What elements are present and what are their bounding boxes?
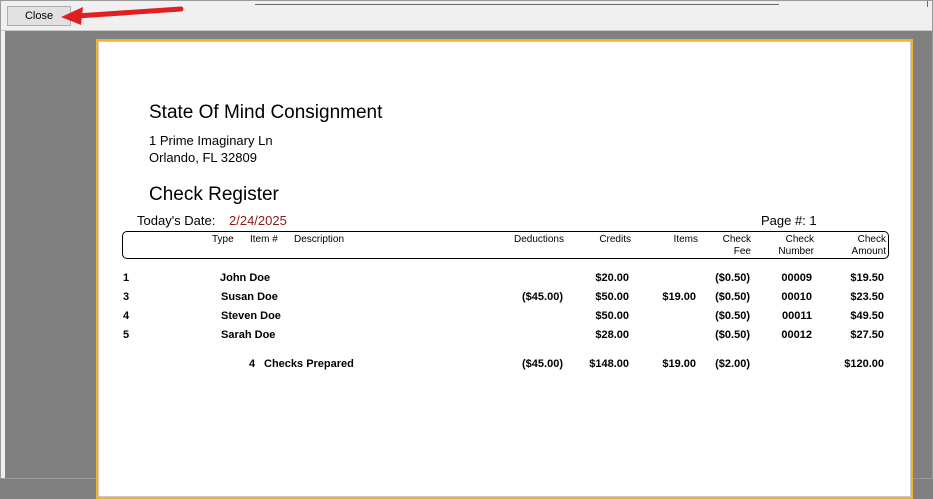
totals-amount: $120.00 xyxy=(844,358,884,370)
col-description: Description xyxy=(294,234,345,245)
row-2-id: 3 xyxy=(123,291,130,303)
date-label: Today's Date: xyxy=(137,213,216,228)
col-type: Type xyxy=(212,234,234,245)
row-4-number: 00012 xyxy=(781,329,812,341)
company-name: State Of Mind Consignment xyxy=(149,102,383,123)
col-credits: Credits xyxy=(599,234,631,245)
row-4-credits: $28.00 xyxy=(595,329,629,341)
row-2-number: 00010 xyxy=(781,291,812,303)
row-1-number: 00009 xyxy=(781,272,812,284)
address-line-1: 1 Prime Imaginary Ln xyxy=(149,133,273,148)
date-value: 2/24/2025 xyxy=(229,213,287,228)
row-2-credits: $50.00 xyxy=(595,291,629,303)
totals-deductions: ($45.00) xyxy=(522,358,563,370)
col-check-number-1: Check xyxy=(785,234,814,245)
col-check-fee-1: Check xyxy=(722,234,751,245)
row-4-name: Sarah Doe xyxy=(221,329,276,341)
row-1-amount: $19.50 xyxy=(850,272,884,284)
address-line-2: Orlando, FL 32809 xyxy=(149,150,257,165)
row-3-fee: ($0.50) xyxy=(715,310,750,322)
col-check-amount-1: Check xyxy=(857,234,886,245)
row-4-fee: ($0.50) xyxy=(715,329,750,341)
row-3-number: 00011 xyxy=(782,310,812,322)
report-preview-window: Close State Of Mind Consignment 1 Prime … xyxy=(0,0,933,499)
row-2-amount: $23.50 xyxy=(850,291,884,303)
report-title: Check Register xyxy=(149,184,279,205)
row-3-name: Steven Doe xyxy=(221,310,281,322)
row-3-credits: $50.00 xyxy=(595,310,629,322)
col-check-amount-2: Amount xyxy=(851,246,886,257)
report-page: State Of Mind Consignment 1 Prime Imagin… xyxy=(96,39,913,499)
row-4-amount: $27.50 xyxy=(850,329,884,341)
totals-credits: $148.00 xyxy=(589,358,629,370)
red-arrow-icon xyxy=(61,6,184,25)
row-3-id: 4 xyxy=(123,310,130,322)
row-1-id: 1 xyxy=(123,272,130,284)
totals-label: Checks Prepared xyxy=(264,358,354,370)
left-strip xyxy=(1,31,5,478)
col-item-number: Item # xyxy=(250,234,278,245)
toolbar: Close xyxy=(1,1,932,31)
row-2-deductions: ($45.00) xyxy=(522,291,563,303)
row-1-fee: ($0.50) xyxy=(715,272,750,284)
toolbar-tick xyxy=(927,1,928,7)
col-deductions: Deductions xyxy=(513,234,564,245)
row-1-name: John Doe xyxy=(220,272,271,284)
row-3-amount: $49.50 xyxy=(850,310,884,322)
page-number: Page #: 1 xyxy=(761,213,817,228)
row-2-fee: ($0.50) xyxy=(715,291,750,303)
totals-count: 4 xyxy=(249,358,256,370)
row-2-name: Susan Doe xyxy=(221,291,278,303)
row-4-id: 5 xyxy=(123,329,130,341)
totals-fee: ($2.00) xyxy=(715,358,750,370)
toolbar-divider xyxy=(255,4,779,5)
col-check-number-2: Number xyxy=(778,246,814,257)
col-check-fee-2: Fee xyxy=(733,246,751,257)
row-1-credits: $20.00 xyxy=(595,272,629,284)
